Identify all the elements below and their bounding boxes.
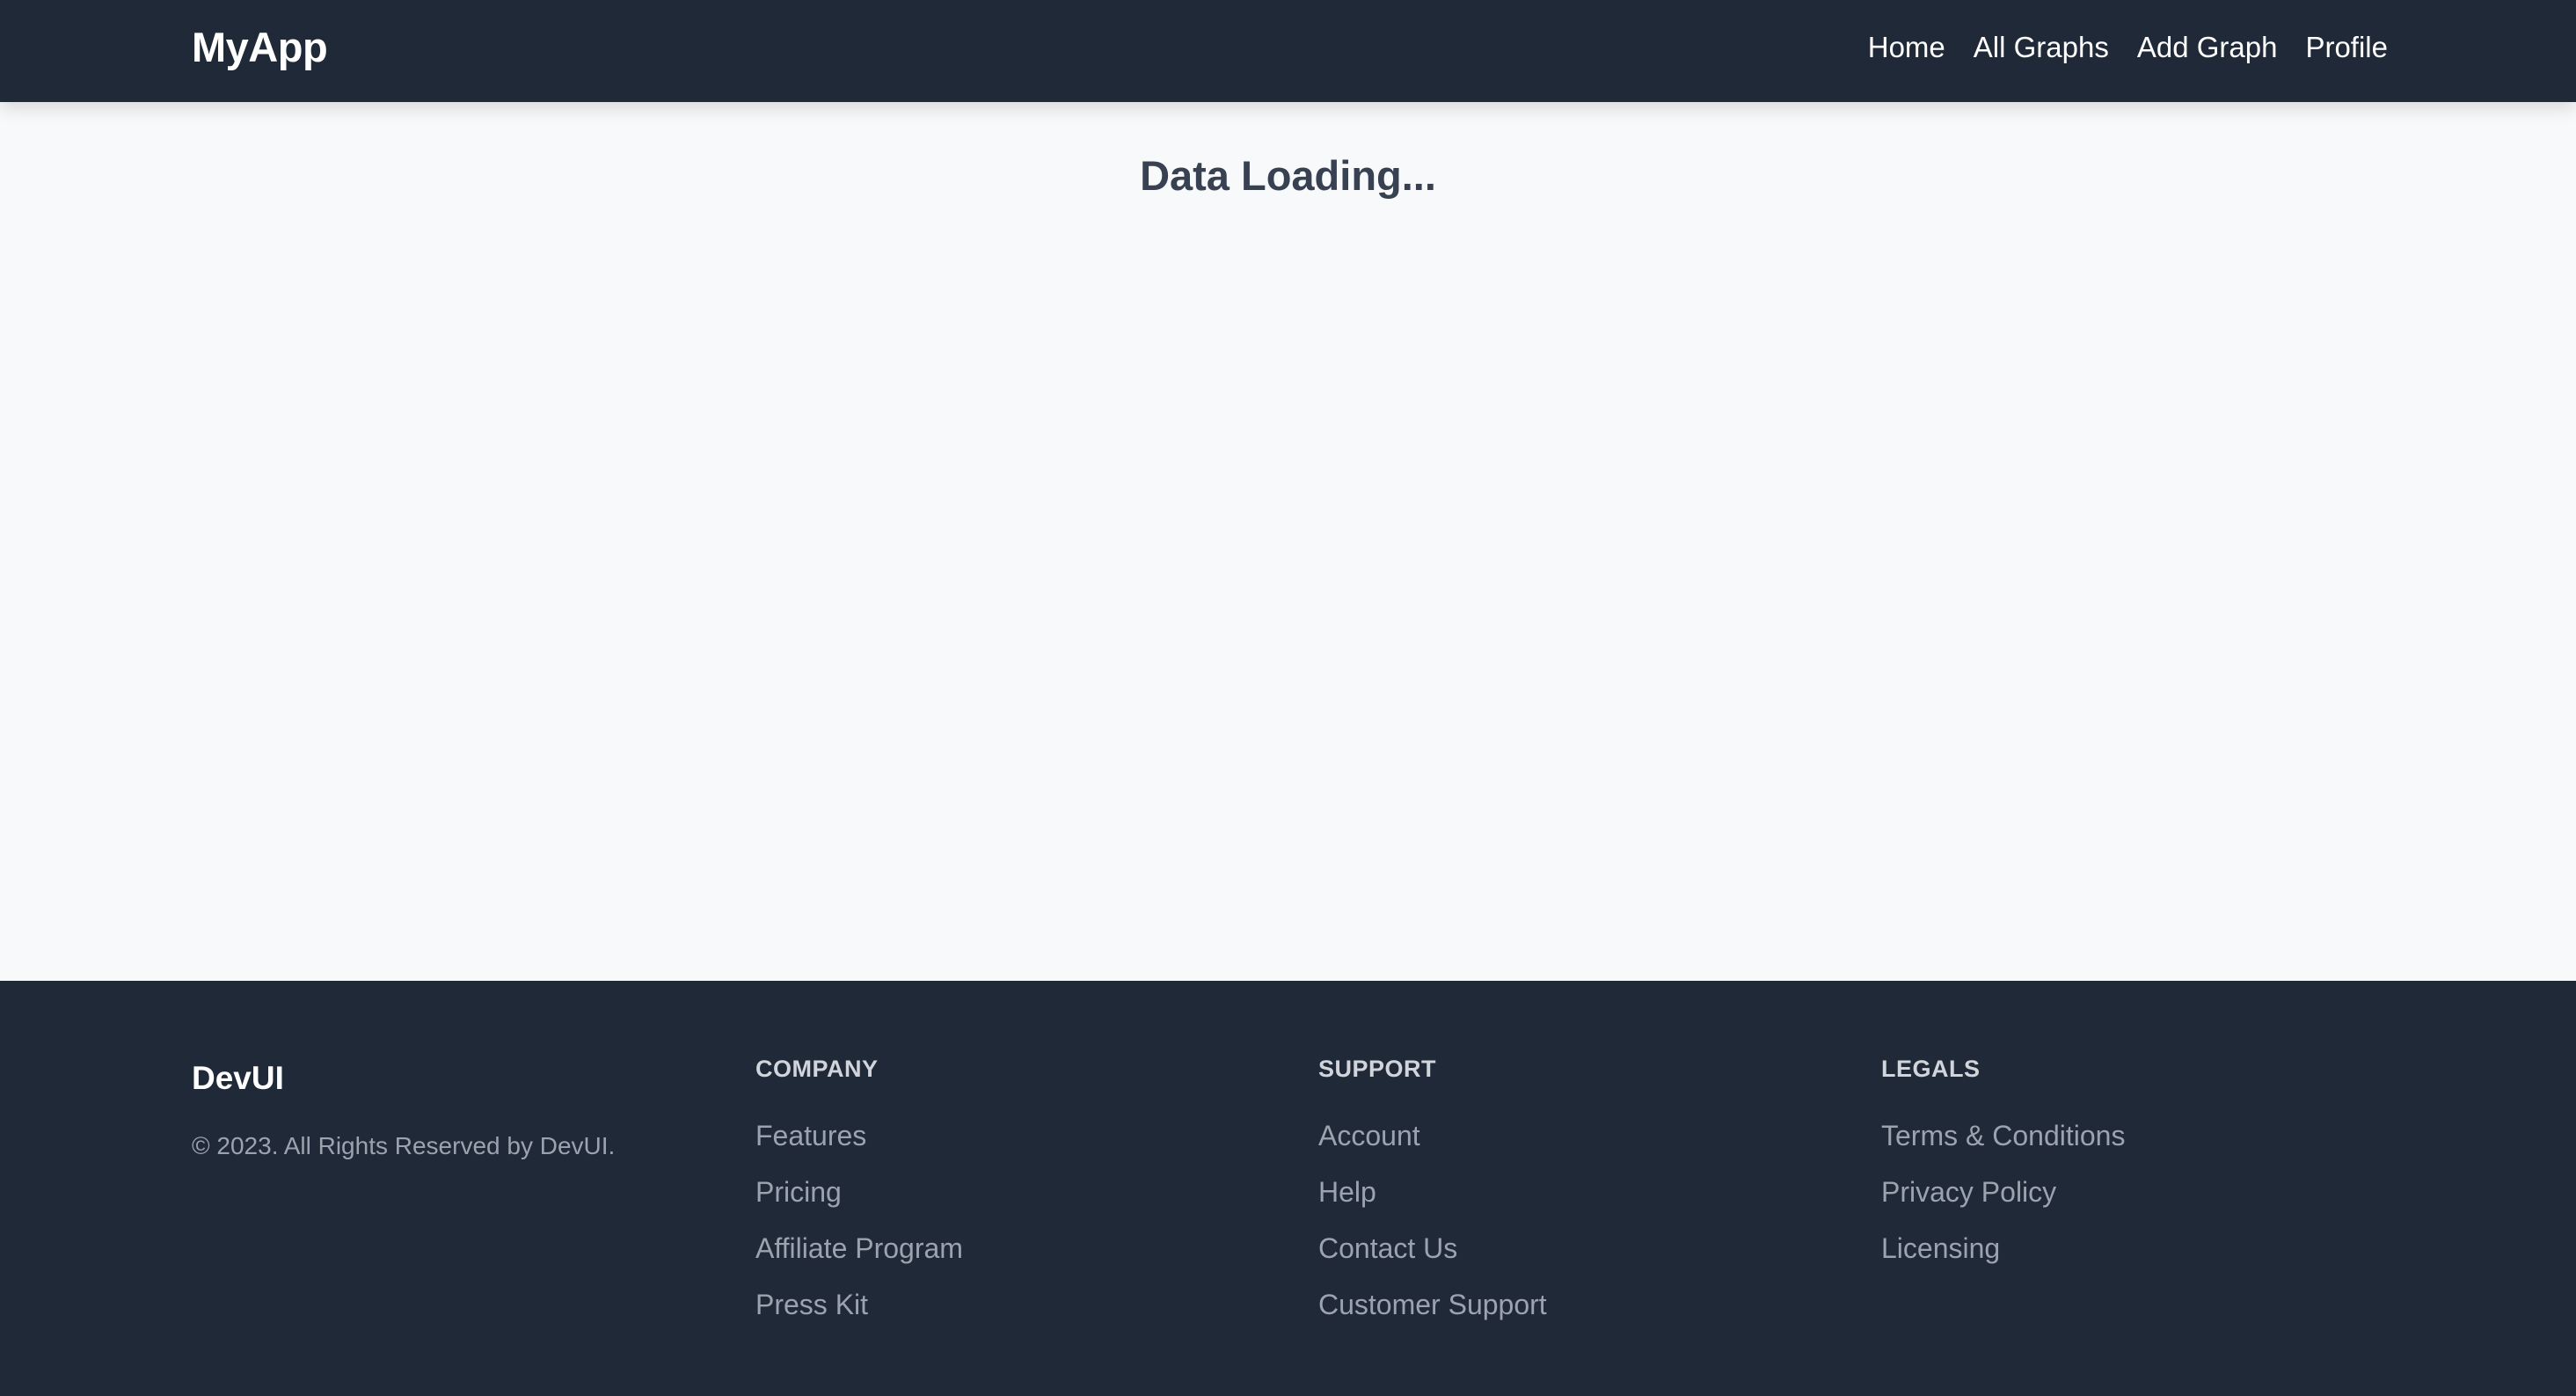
navbar: MyApp Home All Graphs Add Graph Profile xyxy=(0,0,2576,102)
footer: DevUI © 2023. All Rights Reserved by Dev… xyxy=(0,981,2576,1396)
footer-link-licensing[interactable]: Licensing xyxy=(1881,1232,2000,1265)
nav-add-graph[interactable]: Add Graph xyxy=(2137,30,2278,65)
footer-link-customer-support[interactable]: Customer Support xyxy=(1318,1289,1547,1321)
footer-link-affiliate-program[interactable]: Affiliate Program xyxy=(755,1232,963,1265)
footer-link-terms[interactable]: Terms & Conditions xyxy=(1881,1120,2125,1152)
nav-all-graphs[interactable]: All Graphs xyxy=(1974,30,2109,65)
footer-link-account[interactable]: Account xyxy=(1318,1120,1420,1152)
copyright: © 2023. All Rights Reserved by DevUI. xyxy=(192,1132,616,1159)
loading-status: Data Loading... xyxy=(1140,152,1436,199)
nav-home[interactable]: Home xyxy=(1868,30,1945,65)
nav-links: Home All Graphs Add Graph Profile xyxy=(1868,30,2388,65)
footer-link-press-kit[interactable]: Press Kit xyxy=(755,1289,868,1321)
footer-link-help[interactable]: Help xyxy=(1318,1176,1376,1209)
footer-heading: COMPANY xyxy=(755,1056,879,1082)
footer-brand: DevUI xyxy=(192,1060,284,1096)
footer-link-pricing[interactable]: Pricing xyxy=(755,1176,842,1209)
footer-heading: SUPPORT xyxy=(1318,1056,1437,1082)
footer-link-contact-us[interactable]: Contact Us xyxy=(1318,1232,1457,1265)
app-logo[interactable]: MyApp xyxy=(192,25,328,70)
nav-profile[interactable]: Profile xyxy=(2305,30,2388,65)
footer-link-privacy-policy[interactable]: Privacy Policy xyxy=(1881,1176,2056,1209)
main-content: Data Loading... xyxy=(0,102,2576,981)
footer-heading: LEGALS xyxy=(1881,1056,1981,1082)
footer-link-features[interactable]: Features xyxy=(755,1120,866,1152)
